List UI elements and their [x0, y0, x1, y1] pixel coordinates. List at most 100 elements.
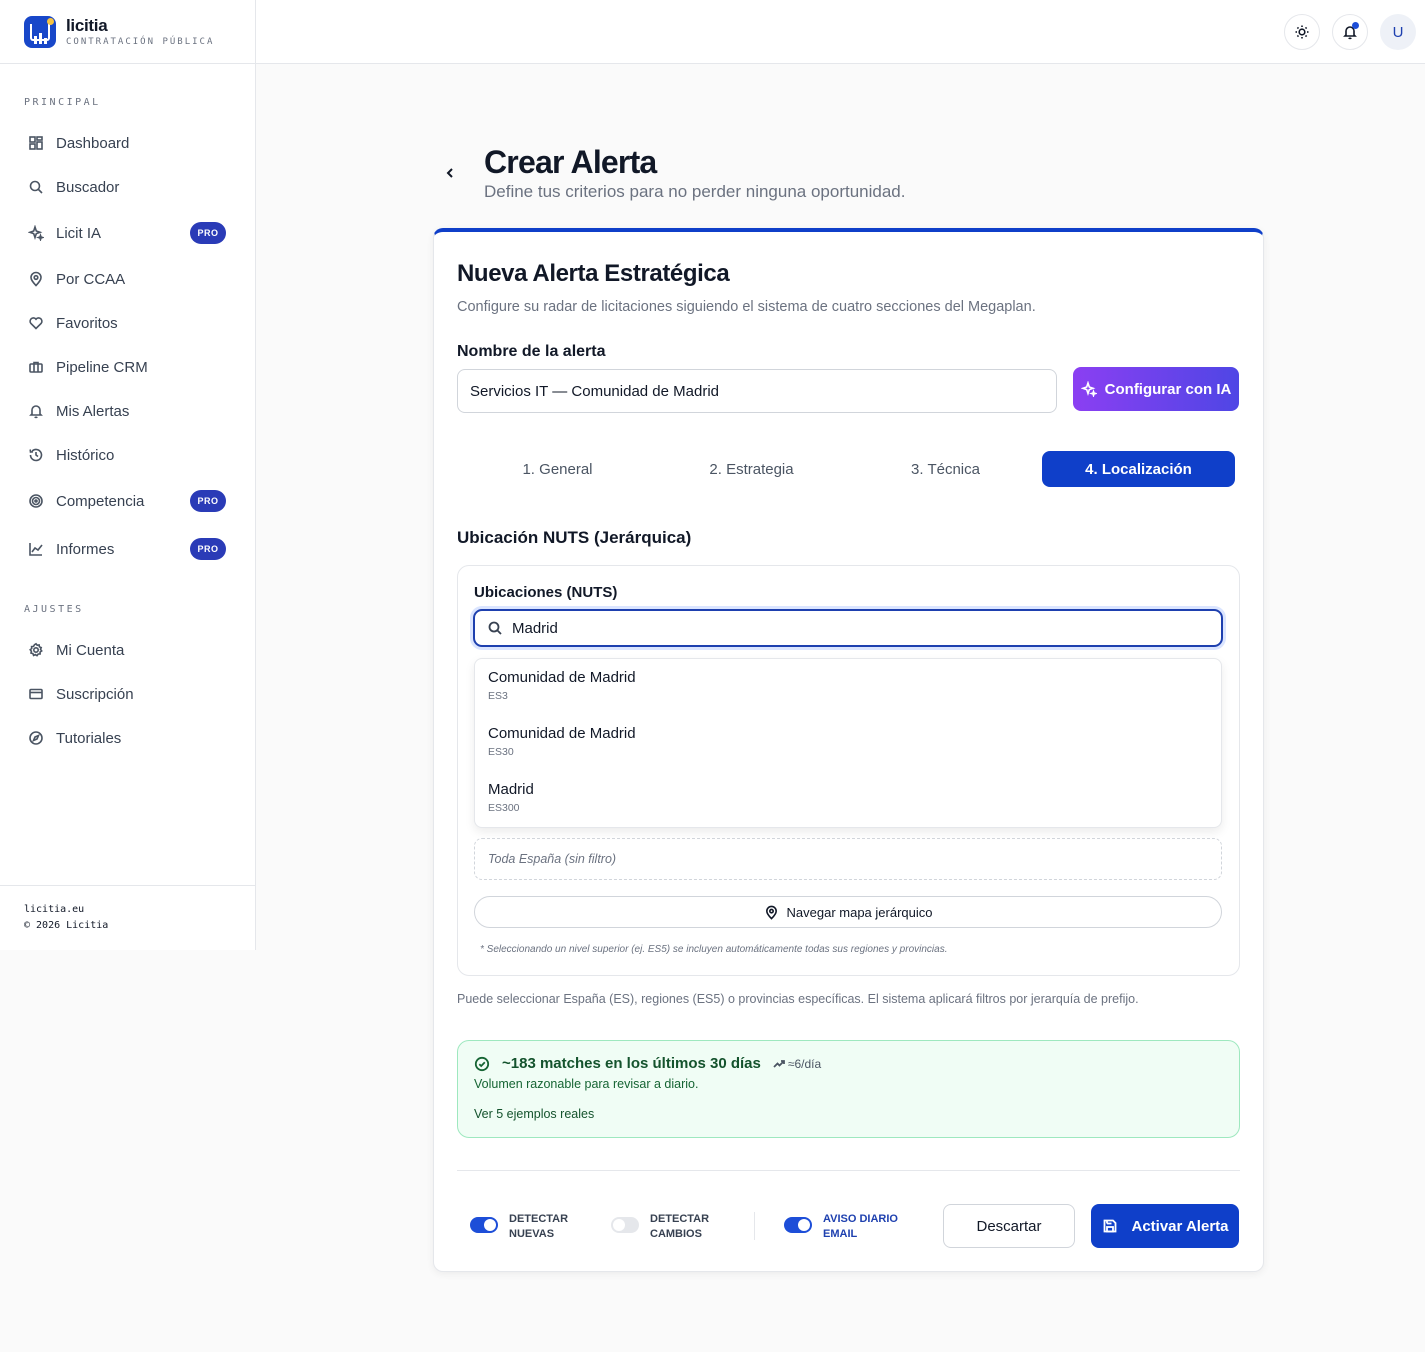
discard-button[interactable]: Descartar [943, 1204, 1075, 1248]
sidebar-item-mi-cuenta[interactable]: Mi Cuenta [24, 632, 232, 668]
brand-name: licitia [66, 15, 108, 35]
configure-ai-label: Configurar con IA [1104, 380, 1232, 398]
nuts-help-text: Puede seleccionar España (ES), regiones … [457, 992, 1139, 1006]
configure-ai-button[interactable]: Configurar con IA [1073, 367, 1239, 411]
search-icon [28, 179, 44, 195]
sidebar-item-label: Buscador [56, 178, 120, 196]
toggle-separator [754, 1212, 755, 1240]
nuts-label: Ubicaciones (NUTS) [474, 584, 618, 601]
sidebar-item-competencia[interactable]: Competencia PRO [24, 483, 232, 519]
history-icon [28, 447, 44, 463]
theme-toggle-button[interactable] [1284, 14, 1320, 50]
activate-alert-label: Activar Alerta [1131, 1217, 1229, 1235]
sidebar-item-licit-ia[interactable]: Licit IA PRO [24, 215, 232, 251]
sun-icon [1295, 25, 1309, 39]
view-examples-link[interactable]: Ver 5 ejemplos reales [474, 1107, 594, 1121]
alert-form-card: Nueva Alerta Estratégica Configure su ra… [433, 228, 1264, 1272]
card-title: Nueva Alerta Estratégica [457, 260, 730, 287]
nuts-selector-box: Ubicaciones (NUTS) Madrid Comunidad de M… [457, 565, 1240, 976]
sidebar-item-pipeline-crm[interactable]: Pipeline CRM [24, 349, 232, 385]
pro-badge: PRO [190, 538, 226, 560]
map-pin-icon [765, 905, 777, 920]
sparkles-icon [1080, 381, 1097, 397]
match-subtitle: Volumen razonable para revisar a diario. [474, 1077, 699, 1091]
toggle-label-line: CAMBIOS [650, 1228, 702, 1240]
sidebar-item-por-ccaa[interactable]: Por CCAA [24, 261, 232, 297]
sidebar-item-favoritos[interactable]: Favoritos [24, 305, 232, 341]
sidebar-item-label: Informes [56, 540, 115, 558]
sidebar-item-historico[interactable]: Histórico [24, 437, 232, 473]
nuts-option-name: Comunidad de Madrid [488, 669, 636, 686]
nuts-hint: * Seleccionando un nivel superior (ej. E… [480, 944, 948, 955]
sidebar-item-label: Suscripción [56, 685, 134, 703]
detect-new-label: DETECTAR NUEVAS [509, 1212, 568, 1242]
navigate-map-button[interactable]: Navegar mapa jerárquico [474, 896, 1222, 928]
detect-new-toggle[interactable] [470, 1217, 498, 1233]
toggle-label-line: AVISO DIARIO [823, 1213, 898, 1225]
footer-copyright: © 2026 Licitia [24, 920, 109, 931]
sidebar-item-label: Favoritos [56, 314, 118, 332]
sidebar: licitia CONTRATACIÓN PÚBLICA PRINCIPAL D… [0, 0, 256, 950]
sidebar-item-label: Dashboard [56, 134, 130, 152]
map-pin-icon [28, 271, 44, 287]
nuts-option-code: ES300 [488, 802, 520, 814]
sidebar-item-label: Pipeline CRM [56, 358, 148, 376]
nuts-option[interactable]: Comunidad de Madrid ES30 [488, 725, 636, 758]
sidebar-item-label: Histórico [56, 446, 115, 464]
toggle-label-line: DETECTAR [650, 1213, 710, 1225]
save-icon [1103, 1219, 1116, 1233]
match-count: ~183 matches en los últimos 30 días [502, 1055, 761, 1072]
sparkles-icon [28, 225, 44, 241]
licitia-logo-icon [24, 15, 56, 48]
divider [457, 1170, 1240, 1171]
tab-estrategia[interactable]: 2. Estrategia [655, 451, 848, 487]
sidebar-item-dashboard[interactable]: Dashboard [24, 125, 232, 161]
match-estimate-box: ~183 matches en los últimos 30 días ≈6/d… [457, 1040, 1240, 1138]
match-title: ~183 matches en los últimos 30 días ≈6/d… [474, 1055, 821, 1072]
nuts-option[interactable]: Madrid ES300 [488, 781, 534, 814]
credit-card-icon [28, 686, 44, 702]
notifications-button[interactable] [1332, 14, 1368, 50]
detect-changes-toggle[interactable] [611, 1217, 639, 1233]
tab-general[interactable]: 1. General [461, 451, 654, 487]
section-label-ajustes: AJUSTES [24, 604, 84, 615]
avatar[interactable]: U [1380, 14, 1416, 50]
toggle-label-line: NUEVAS [509, 1228, 555, 1240]
line-chart-icon [28, 541, 44, 557]
gear-icon [28, 642, 44, 658]
briefcase-icon [28, 359, 44, 375]
sidebar-footer: licitia.eu © 2026 Licitia [0, 885, 256, 950]
footer-domain: licitia.eu [24, 904, 85, 915]
nuts-search-value: Madrid [512, 619, 558, 637]
daily-email-label: AVISO DIARIO EMAIL [823, 1212, 898, 1242]
nuts-search-input[interactable]: Madrid [473, 609, 1223, 647]
match-rate-value: ≈6/día [787, 1056, 822, 1071]
detect-changes-label: DETECTAR CAMBIOS [650, 1212, 709, 1242]
tab-localizacion[interactable]: 4. Localización [1042, 451, 1235, 487]
selected-locations-empty: Toda España (sin filtro) [474, 838, 1222, 880]
nuts-dropdown: Comunidad de Madrid ES3 Comunidad de Mad… [474, 658, 1222, 828]
activate-alert-button[interactable]: Activar Alerta [1091, 1204, 1239, 1248]
sidebar-item-label: Competencia [56, 492, 145, 510]
sidebar-item-label: Mi Cuenta [56, 641, 125, 659]
check-circle-icon [474, 1056, 490, 1071]
section-label-principal: PRINCIPAL [24, 97, 101, 108]
sidebar-item-buscador[interactable]: Buscador [24, 169, 232, 205]
brand[interactable]: licitia CONTRATACIÓN PÚBLICA [0, 0, 255, 64]
tab-tecnica[interactable]: 3. Técnica [849, 451, 1042, 487]
sidebar-item-mis-alertas[interactable]: Mis Alertas [24, 393, 232, 429]
nuts-option[interactable]: Comunidad de Madrid ES3 [488, 669, 636, 702]
nuts-option-name: Madrid [488, 781, 534, 798]
page-subtitle: Define tus criterios para no perder ning… [484, 182, 906, 201]
sidebar-item-tutoriales[interactable]: Tutoriales [24, 720, 232, 756]
card-subtitle: Configure su radar de licitaciones sigui… [457, 299, 1036, 315]
toggle-label-line: EMAIL [823, 1228, 858, 1240]
alert-name-input[interactable]: Servicios IT — Comunidad de Madrid [457, 369, 1057, 413]
nuts-option-code: ES30 [488, 746, 514, 758]
trending-up-icon [773, 1059, 785, 1068]
back-chevron-icon[interactable] [443, 164, 457, 182]
daily-email-toggle[interactable] [784, 1217, 812, 1233]
sidebar-item-informes[interactable]: Informes PRO [24, 531, 232, 567]
pro-badge: PRO [190, 490, 226, 512]
sidebar-item-suscripcion[interactable]: Suscripción [24, 676, 232, 712]
